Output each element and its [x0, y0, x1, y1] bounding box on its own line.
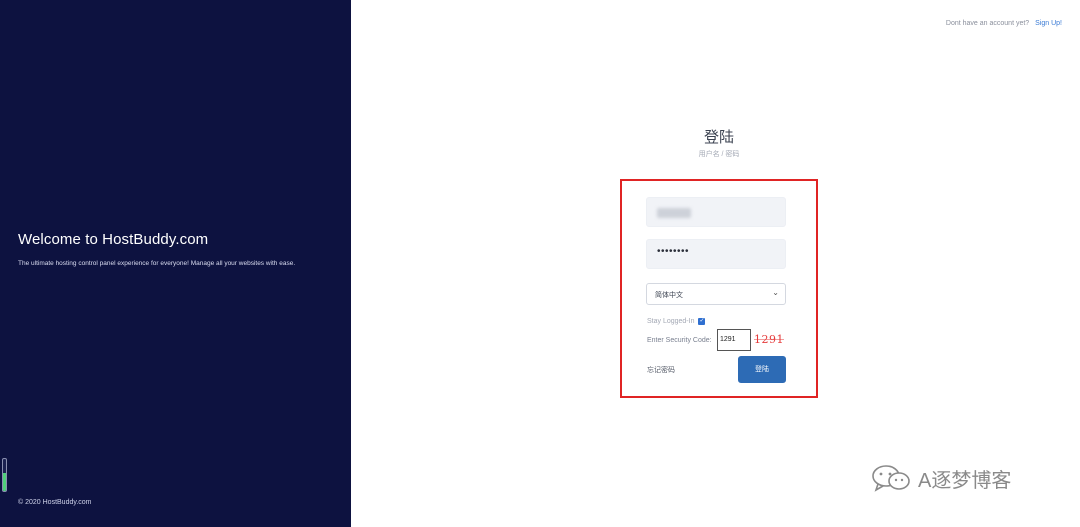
security-code-input[interactable]: 1291 [717, 329, 751, 351]
welcome-panel: Welcome to HostBuddy.com The ultimate ho… [0, 0, 351, 527]
watermark-text: A逐梦博客 [918, 469, 1012, 492]
stay-logged-in-checkbox[interactable]: ✓ [698, 318, 706, 325]
language-selected-value: 简体中文 [655, 292, 683, 299]
username-field[interactable] [646, 197, 786, 227]
username-value-redacted [657, 208, 691, 218]
level-meter-fill [3, 473, 6, 491]
welcome-title: Welcome to HostBuddy.com [18, 231, 209, 248]
password-field[interactable]: •••••••• [646, 239, 786, 269]
captcha-image: 1291 [754, 333, 784, 346]
language-select[interactable]: 简体中文 ⌄ [646, 283, 786, 305]
login-subtitle: 用户名 / 密码 [698, 151, 740, 158]
chevron-down-icon: ⌄ [772, 288, 779, 297]
signup-link[interactable]: Sign Up! [1035, 20, 1062, 27]
login-button[interactable]: 登陆 [738, 356, 786, 383]
copyright: © 2020 HostBuddy.com [18, 499, 92, 506]
stay-logged-in-label: Stay Logged-In [647, 318, 695, 325]
signup-prompt-text: Dont have an account yet? [945, 20, 1030, 27]
level-meter [2, 458, 7, 492]
stay-logged-in[interactable]: Stay Logged-In ✓ [647, 318, 706, 325]
password-value: •••••••• [657, 246, 690, 257]
login-form: •••••••• 简体中文 ⌄ Stay Logged-In ✓ Enter S… [620, 179, 818, 398]
welcome-subtitle: The ultimate hosting control panel exper… [18, 260, 296, 267]
signup-prompt: Dont have an account yet? Sign Up! [946, 20, 1062, 27]
watermark: A逐梦博客 [870, 463, 1011, 493]
forgot-password-link[interactable]: 忘记密码 [647, 365, 675, 375]
wechat-icon [872, 465, 910, 492]
security-code-label: Enter Security Code: [647, 337, 712, 344]
login-title: 登陆 [703, 129, 734, 146]
